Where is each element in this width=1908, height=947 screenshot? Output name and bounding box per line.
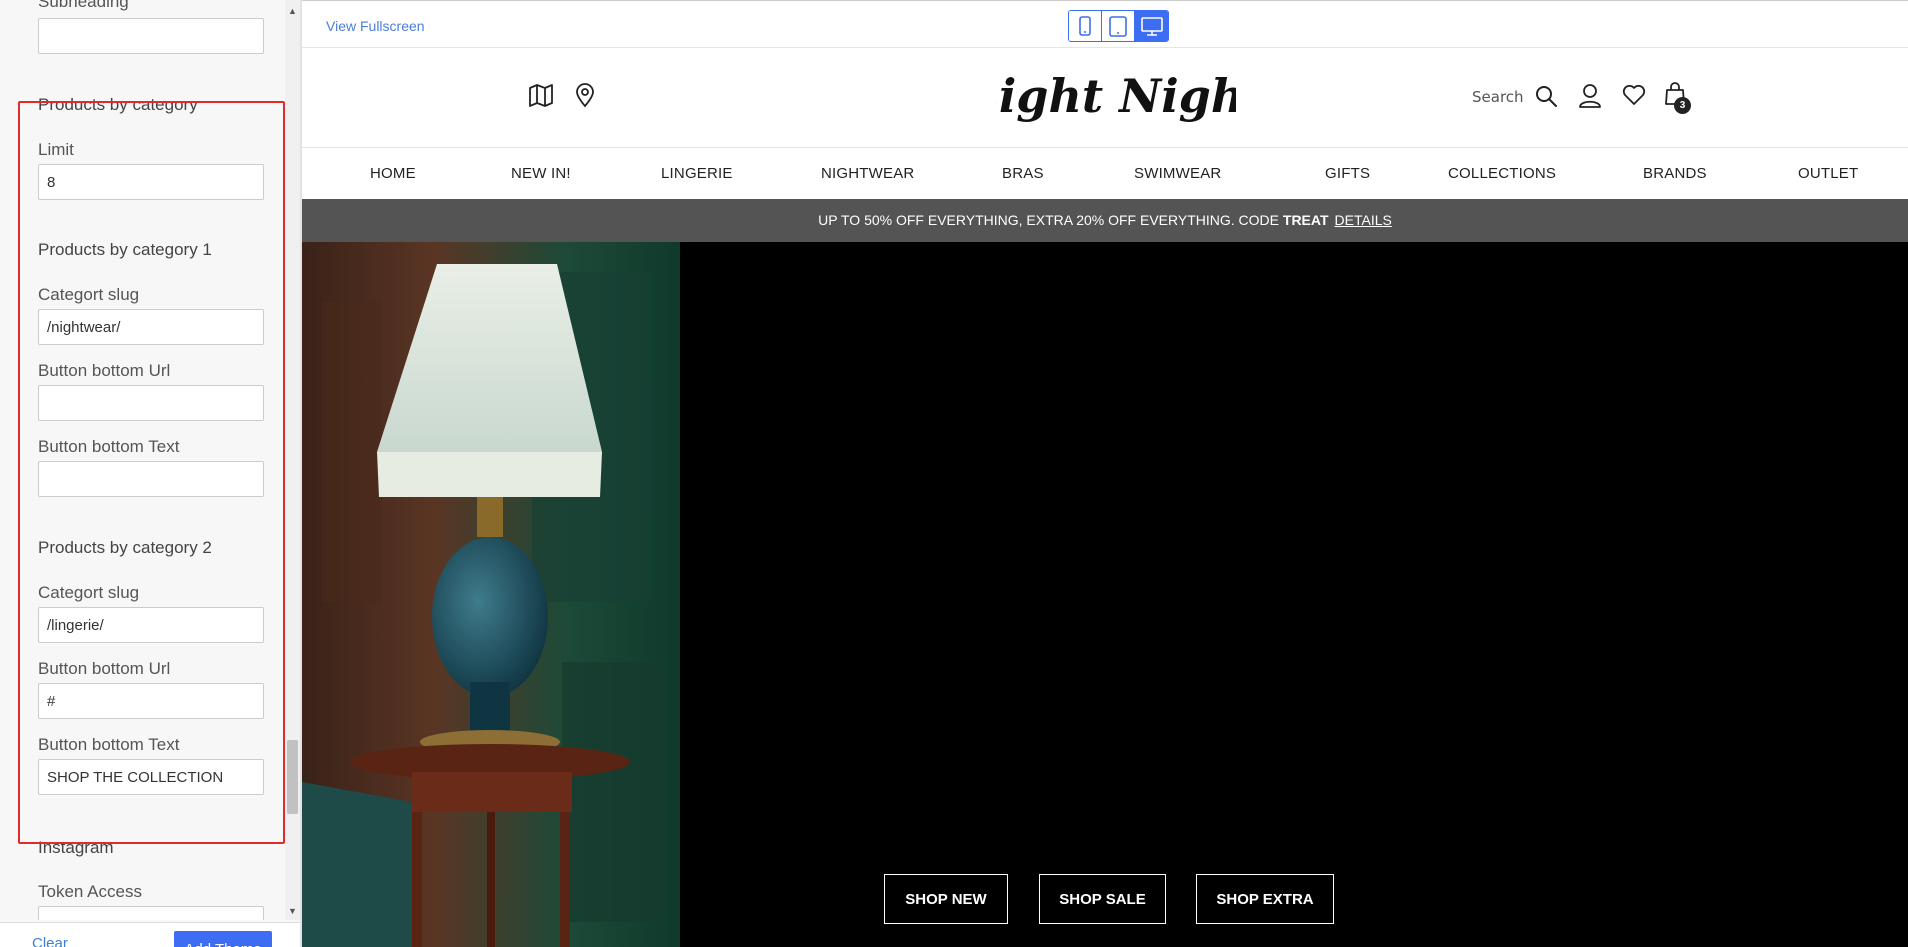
desktop-icon[interactable] bbox=[1135, 11, 1168, 41]
limit-label: Limit bbox=[38, 140, 74, 159]
cat2-slug-input[interactable] bbox=[38, 607, 264, 643]
site-header: Light Night Search 3 bbox=[302, 48, 1908, 148]
section-instagram: Instagram bbox=[38, 838, 114, 857]
site-preview: View Fullscreen ight Nig Search 3 HOME N… bbox=[302, 0, 1908, 947]
user-icon[interactable] bbox=[1578, 83, 1602, 108]
clear-link[interactable]: Clear bbox=[32, 935, 68, 947]
hero-banner: SHOP NEW SHOP SALE SHOP EXTRA bbox=[302, 242, 1908, 947]
promo-banner: UP TO 50% OFF EVERYTHING, EXTRA 20% OFF … bbox=[302, 199, 1908, 242]
cat1-text-label: Button bottom Text bbox=[38, 437, 180, 456]
search-label[interactable]: Search bbox=[1472, 88, 1524, 106]
scroll-down-icon[interactable]: ▼ bbox=[285, 904, 300, 918]
token-input[interactable] bbox=[38, 906, 264, 920]
token-label: Token Access bbox=[38, 882, 142, 901]
cat1-url-input[interactable] bbox=[38, 385, 264, 421]
theme-editor-panel: Subheading Products by category Limit Pr… bbox=[0, 0, 302, 947]
scroll-up-icon[interactable]: ▲ bbox=[285, 4, 300, 18]
cat2-slug-label: Categort slug bbox=[38, 583, 140, 602]
cat2-url-label: Button bottom Url bbox=[38, 659, 171, 678]
hero-lamp-photo bbox=[302, 242, 680, 947]
section-category-2: Products by category 2 bbox=[38, 538, 212, 557]
cat1-url-label: Button bottom Url bbox=[38, 361, 171, 380]
nav-collections[interactable]: COLLECTIONS bbox=[1448, 165, 1556, 182]
preview-toolbar: View Fullscreen bbox=[302, 0, 1908, 48]
scroll-thumb[interactable] bbox=[287, 740, 298, 814]
map-icon[interactable] bbox=[528, 82, 554, 108]
site-logo[interactable]: Light Night bbox=[996, 68, 1236, 130]
nav-new-in[interactable]: NEW IN! bbox=[511, 165, 571, 182]
location-pin-icon[interactable] bbox=[572, 82, 598, 108]
shop-extra-button[interactable]: SHOP EXTRA bbox=[1196, 874, 1334, 924]
tablet-icon[interactable] bbox=[1102, 11, 1135, 41]
nav-lingerie[interactable]: LINGERIE bbox=[661, 165, 733, 182]
nav-home[interactable]: HOME bbox=[370, 165, 416, 182]
nav-brands[interactable]: BRANDS bbox=[1643, 165, 1707, 182]
promo-details-link[interactable]: DETAILS bbox=[1335, 212, 1392, 228]
cat2-url-input[interactable] bbox=[38, 683, 264, 719]
cart-count-badge: 3 bbox=[1674, 97, 1691, 114]
nav-swimwear[interactable]: SWIMWEAR bbox=[1134, 165, 1221, 182]
view-fullscreen-link[interactable]: View Fullscreen bbox=[326, 18, 425, 34]
editor-scrollbar[interactable]: ▲ ▼ bbox=[285, 0, 300, 920]
shop-new-button[interactable]: SHOP NEW bbox=[884, 874, 1008, 924]
device-switcher bbox=[1068, 10, 1169, 42]
cat2-text-label: Button bottom Text bbox=[38, 735, 180, 754]
heart-icon[interactable] bbox=[1622, 84, 1646, 106]
nav-bras[interactable]: BRAS bbox=[1002, 165, 1044, 182]
shop-sale-button[interactable]: SHOP SALE bbox=[1039, 874, 1166, 924]
promo-code: TREAT bbox=[1282, 212, 1329, 228]
app-root: Subheading Products by category Limit Pr… bbox=[0, 0, 1908, 947]
mobile-icon[interactable] bbox=[1069, 11, 1102, 41]
section-category-1: Products by category 1 bbox=[38, 240, 212, 259]
cat1-slug-label: Categort slug bbox=[38, 285, 140, 304]
search-icon[interactable] bbox=[1534, 84, 1558, 108]
subheading-input[interactable] bbox=[38, 18, 264, 54]
add-theme-button[interactable]: Add Theme bbox=[174, 931, 272, 947]
subheading-label: Subheading bbox=[38, 0, 129, 11]
editor-scroll-area: Subheading Products by category Limit Pr… bbox=[0, 0, 285, 920]
cat1-slug-input[interactable] bbox=[38, 309, 264, 345]
cat2-text-input[interactable] bbox=[38, 759, 264, 795]
section-products-by-category: Products by category bbox=[38, 95, 198, 114]
nav-gifts[interactable]: GIFTS bbox=[1325, 165, 1370, 182]
cat1-text-input[interactable] bbox=[38, 461, 264, 497]
promo-text: UP TO 50% OFF EVERYTHING, EXTRA 20% OFF … bbox=[818, 212, 1283, 228]
svg-text:Light Night: Light Night bbox=[996, 69, 1236, 123]
main-nav: HOME NEW IN! LINGERIE NIGHTWEAR BRAS SWI… bbox=[302, 148, 1908, 198]
editor-footer: Clear Add Theme bbox=[0, 922, 300, 947]
nav-outlet[interactable]: OUTLET bbox=[1798, 165, 1858, 182]
limit-input[interactable] bbox=[38, 164, 264, 200]
nav-nightwear[interactable]: NIGHTWEAR bbox=[821, 165, 914, 182]
